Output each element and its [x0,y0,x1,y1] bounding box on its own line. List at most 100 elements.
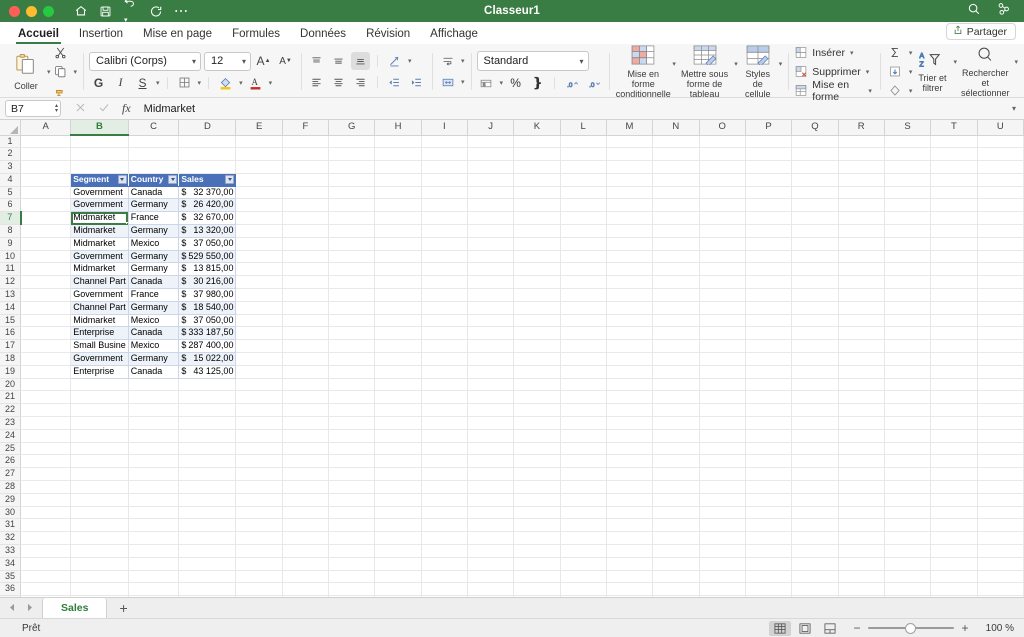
cell-S16[interactable] [884,327,930,340]
cell-C6[interactable]: Germany [128,199,179,212]
column-header-l[interactable]: L [560,120,606,135]
cell-E4[interactable] [236,173,282,186]
cell-C5[interactable]: Canada [128,186,179,199]
cell-D17[interactable]: $287 400,00 [179,340,236,353]
cell-K28[interactable] [514,481,560,494]
cell-P8[interactable] [745,225,791,238]
cell-F24[interactable] [282,429,328,442]
cell-C12[interactable]: Canada [128,276,179,289]
cell-L35[interactable] [560,570,606,583]
cell-R17[interactable] [838,340,884,353]
row-header-20[interactable]: 20 [0,378,21,391]
cell-Q20[interactable] [792,378,838,391]
cell-A31[interactable] [21,519,71,532]
cell-P36[interactable] [745,583,791,596]
cell-J8[interactable] [467,225,513,238]
cell-F30[interactable] [282,506,328,519]
zoom-slider-knob[interactable] [905,623,916,634]
row-header-9[interactable]: 9 [0,237,21,250]
cell-D2[interactable] [179,148,236,161]
cell-P2[interactable] [745,148,791,161]
cell-J36[interactable] [467,583,513,596]
cell-O23[interactable] [699,417,745,430]
cell-Q4[interactable] [792,173,838,186]
cell-Q7[interactable] [792,212,838,225]
cell-N35[interactable] [653,570,699,583]
cell-R26[interactable] [838,455,884,468]
cell-F28[interactable] [282,481,328,494]
cell-O21[interactable] [699,391,745,404]
cell-T27[interactable] [931,468,977,481]
cell-U27[interactable] [977,468,1023,481]
cell-T35[interactable] [931,570,977,583]
cell-O2[interactable] [699,148,745,161]
cell-B36[interactable] [71,583,129,596]
cell-L29[interactable] [560,493,606,506]
cell-F32[interactable] [282,532,328,545]
column-header-o[interactable]: O [699,120,745,135]
cell-B27[interactable] [71,468,129,481]
cell-G14[interactable] [329,301,375,314]
cell-I31[interactable] [421,519,467,532]
row-header-7[interactable]: 7 [0,212,21,225]
cell-S28[interactable] [884,481,930,494]
cell-S23[interactable] [884,417,930,430]
cell-C19[interactable]: Canada [128,365,179,378]
cell-B29[interactable] [71,493,129,506]
cell-O37[interactable] [699,596,745,597]
cell-G11[interactable] [329,263,375,276]
cell-S6[interactable] [884,199,930,212]
cell-M17[interactable] [606,340,652,353]
cell-N29[interactable] [653,493,699,506]
cell-B22[interactable] [71,404,129,417]
cell-I15[interactable] [421,314,467,327]
cell-G25[interactable] [329,442,375,455]
cell-G20[interactable] [329,378,375,391]
row-header-22[interactable]: 22 [0,404,21,417]
cell-K6[interactable] [514,199,560,212]
cell-S33[interactable] [884,545,930,558]
cell-J37[interactable] [467,596,513,597]
cell-G19[interactable] [329,365,375,378]
column-header-p[interactable]: P [745,120,791,135]
cell-S24[interactable] [884,429,930,442]
cell-T7[interactable] [931,212,977,225]
cell-L13[interactable] [560,289,606,302]
cell-F35[interactable] [282,570,328,583]
cell-J6[interactable] [467,199,513,212]
merge-caret-icon[interactable]: ▾ [461,78,465,86]
row-header-26[interactable]: 26 [0,455,21,468]
cell-I13[interactable] [421,289,467,302]
cell-S7[interactable] [884,212,930,225]
cell-N23[interactable] [653,417,699,430]
cell-J18[interactable] [467,353,513,366]
cell-D29[interactable] [179,493,236,506]
cell-E5[interactable] [236,186,282,199]
cell-I2[interactable] [421,148,467,161]
cell-J26[interactable] [467,455,513,468]
cell-N4[interactable] [653,173,699,186]
font-name-combo[interactable]: Calibri (Corps) ▾ [89,52,201,71]
cell-H32[interactable] [375,532,421,545]
cell-N10[interactable] [653,250,699,263]
cell-C25[interactable] [128,442,179,455]
cell-J14[interactable] [467,301,513,314]
cell-G10[interactable] [329,250,375,263]
cell-G34[interactable] [329,557,375,570]
cell-B8[interactable]: Midmarket [71,225,129,238]
cell-P30[interactable] [745,506,791,519]
cell-J12[interactable] [467,276,513,289]
cell-U5[interactable] [977,186,1023,199]
cell-I28[interactable] [421,481,467,494]
cell-B17[interactable]: Small Busine [71,340,129,353]
cell-H22[interactable] [375,404,421,417]
cell-F11[interactable] [282,263,328,276]
cell-A8[interactable] [21,225,71,238]
cell-R31[interactable] [838,519,884,532]
home-icon[interactable] [74,4,88,18]
cell-K4[interactable] [514,173,560,186]
cell-J9[interactable] [467,237,513,250]
cell-H11[interactable] [375,263,421,276]
merge-cells-button[interactable] [438,73,457,91]
cell-K13[interactable] [514,289,560,302]
